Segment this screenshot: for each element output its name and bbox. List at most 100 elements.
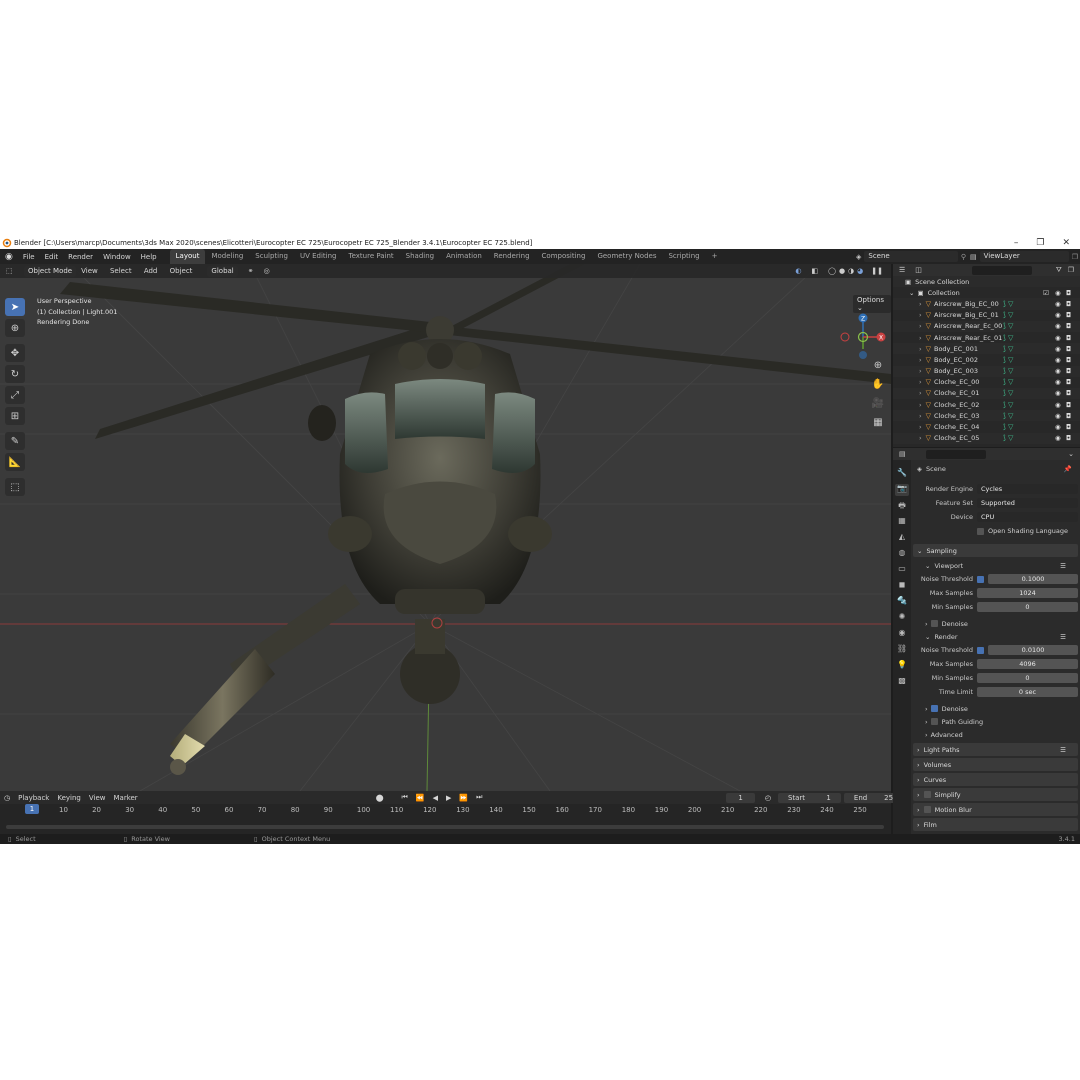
output-tab-icon[interactable]: 🖶 — [895, 500, 909, 512]
camera-icon[interactable]: ◘ — [1066, 423, 1071, 431]
scale-tool[interactable]: ⤢ — [5, 386, 25, 404]
vp-denoise-checkbox[interactable] — [930, 620, 938, 627]
modifier-icon[interactable]: ⟆ ▽ — [1003, 412, 1013, 420]
expand-arrow-icon[interactable]: › — [919, 300, 922, 308]
motion-blur-panel[interactable]: › Motion Blur — [913, 803, 1078, 816]
eye-icon[interactable]: ◉ — [1055, 345, 1061, 353]
eye-icon[interactable]: ◉ — [1055, 289, 1061, 297]
tab-scripting[interactable]: Scripting — [662, 249, 705, 264]
collection-check-icon[interactable]: ☑ — [1043, 289, 1049, 297]
menu-view-timeline[interactable]: View — [85, 794, 110, 802]
light-paths-presets-icon[interactable]: ☰ — [1060, 746, 1066, 754]
viewlayer-field[interactable]: ViewLayer — [979, 251, 1069, 262]
clock-icon[interactable]: ◷ — [0, 794, 14, 802]
menu-marker[interactable]: Marker — [109, 794, 141, 802]
camera-icon[interactable]: ◘ — [1066, 311, 1071, 319]
tab-modeling[interactable]: Modeling — [205, 249, 249, 264]
vp-noise-threshold-checkbox[interactable] — [977, 575, 984, 583]
add-cube-tool[interactable]: ⬚ — [5, 478, 25, 496]
expand-arrow-icon[interactable]: ⌄ — [909, 289, 914, 297]
menu-file[interactable]: File — [18, 253, 40, 261]
camera-icon[interactable]: ◘ — [1066, 367, 1071, 375]
menu-window[interactable]: Window — [98, 253, 136, 261]
data-tab-icon[interactable]: 💡 — [895, 660, 909, 672]
editor-type-icon[interactable]: ⬚ — [6, 267, 13, 275]
eye-icon[interactable]: ◉ — [1055, 322, 1061, 330]
camera-icon[interactable]: ◘ — [1066, 334, 1071, 342]
tab-shading[interactable]: Shading — [400, 249, 440, 264]
tab-layout[interactable]: Layout — [169, 249, 206, 264]
tab-compositing[interactable]: Compositing — [536, 249, 592, 264]
tab-rendering[interactable]: Rendering — [488, 249, 536, 264]
tab-texture-paint[interactable]: Texture Paint — [343, 249, 400, 264]
outliner-item[interactable]: › ▽ Cloche_EC_04 ⟆ ▽ ◉ ◘ — [893, 421, 1080, 432]
menu-help[interactable]: Help — [136, 253, 162, 261]
jump-start-icon[interactable]: ⏮ — [398, 793, 412, 802]
annotate-tool[interactable]: ✎ — [5, 432, 25, 450]
r-noise-threshold-checkbox[interactable] — [977, 646, 984, 654]
advanced-subpanel[interactable]: › Advanced — [913, 728, 1078, 741]
maximize-icon[interactable]: ❐ — [1036, 238, 1044, 248]
expand-arrow-icon[interactable]: › — [919, 401, 922, 409]
expand-arrow-icon[interactable]: › — [919, 311, 922, 319]
sampling-panel[interactable]: ⌄ Sampling — [913, 544, 1078, 557]
expand-arrow-icon[interactable]: › — [919, 334, 922, 342]
camera-icon[interactable]: ◘ — [1066, 300, 1071, 308]
tab-animation[interactable]: Animation — [440, 249, 488, 264]
expand-arrow-icon[interactable]: › — [919, 423, 922, 431]
menu-keying[interactable]: Keying — [53, 794, 85, 802]
motion-blur-checkbox[interactable] — [923, 806, 931, 813]
measure-tool[interactable]: 📐 — [5, 453, 25, 471]
presets-list-icon[interactable]: ☰ — [1060, 562, 1066, 570]
camera-icon[interactable]: ◘ — [1066, 345, 1071, 353]
feature-set-dropdown[interactable]: Supported — [977, 498, 1078, 508]
record-icon[interactable]: ⬤ — [372, 794, 388, 802]
eye-icon[interactable]: ◉ — [1055, 401, 1061, 409]
tab-sculpting[interactable]: Sculpting — [249, 249, 294, 264]
next-key-icon[interactable]: ⏩ — [455, 794, 472, 802]
modifier-icon[interactable]: ⟆ ▽ — [1003, 356, 1013, 364]
camera-icon[interactable]: ◘ — [1066, 322, 1071, 330]
expand-arrow-icon[interactable]: › — [919, 345, 922, 353]
play-icon[interactable]: ▶ — [442, 794, 455, 802]
r-min-samples-field[interactable]: 0 — [977, 673, 1078, 683]
overlay-icon[interactable]: ◐ — [795, 267, 801, 275]
view-layer-tab-icon[interactable]: ▦ — [895, 516, 909, 528]
eye-icon[interactable]: ◉ — [1055, 334, 1061, 342]
viewport-scene[interactable] — [0, 264, 891, 791]
outliner-item[interactable]: › ▽ Airscrew_Rear_Ec_00 ⟆ ▽ ◉ ◘ — [893, 320, 1080, 332]
volumes-panel[interactable]: › Volumes — [913, 758, 1078, 771]
outliner-item[interactable]: › ▽ Cloche_EC_01 ⟆ ▽ ◉ ◘ — [893, 387, 1080, 400]
device-dropdown[interactable]: CPU — [977, 512, 1078, 522]
camera-icon[interactable]: ◘ — [1066, 434, 1071, 442]
eye-icon[interactable]: ◉ — [1055, 378, 1061, 386]
physics-tab-icon[interactable]: ◉ — [895, 628, 909, 640]
prev-key-icon[interactable]: ⏪ — [412, 794, 429, 802]
move-tool[interactable]: ✥ — [5, 344, 25, 362]
camera-icon[interactable]: ◘ — [1066, 401, 1071, 409]
timeline[interactable]: ◷ Playback Keying View Marker ⬤ ⏮ ⏪ ◀ ▶ … — [0, 791, 908, 834]
camera-view-icon[interactable]: 🎥 — [870, 398, 886, 413]
grid-view-icon[interactable]: ▦ — [870, 417, 886, 432]
proportional-edit-icon[interactable]: ◎ — [264, 267, 270, 275]
pin-icon[interactable]: ⚲ — [961, 253, 966, 261]
constraints-tab-icon[interactable]: ⛓ — [895, 644, 909, 656]
render-engine-dropdown[interactable]: Cycles — [977, 484, 1078, 494]
eye-icon[interactable]: ◉ — [1055, 412, 1061, 420]
blender-menu-icon[interactable]: ◉ — [0, 252, 18, 262]
modifier-icon[interactable]: ⟆ ▽ — [1003, 367, 1013, 375]
render-subpanel[interactable]: ⌄ Render ☰ — [913, 630, 1078, 643]
vp-denoise-subpanel[interactable]: › Denoise — [913, 617, 1078, 630]
viewport-subpanel[interactable]: ⌄ Viewport ☰ — [913, 559, 1078, 572]
properties-editor[interactable]: ▤ ⌄ 🔧 📷 🖶 ▦ ◭ ◍ ▭ ◼ 🔩 ✺ ◉ ⛓ 💡 ▩ ◈ Scene 📌 … — [893, 448, 1080, 834]
expand-arrow-icon[interactable]: › — [919, 322, 922, 330]
playhead[interactable]: 1 — [25, 804, 39, 814]
pause-render-icon[interactable]: ❚❚ — [871, 267, 883, 275]
expand-arrow-icon[interactable]: › — [919, 434, 922, 442]
camera-icon[interactable]: ◘ — [1066, 378, 1071, 386]
filter-icon[interactable]: ⛛ — [1056, 266, 1062, 275]
shading-wireframe-icon[interactable]: ◯ — [828, 267, 836, 275]
shading-rendered-icon[interactable]: ◕ — [857, 267, 863, 275]
camera-icon[interactable]: ◘ — [1066, 356, 1071, 364]
eye-icon[interactable]: ◉ — [1055, 311, 1061, 319]
